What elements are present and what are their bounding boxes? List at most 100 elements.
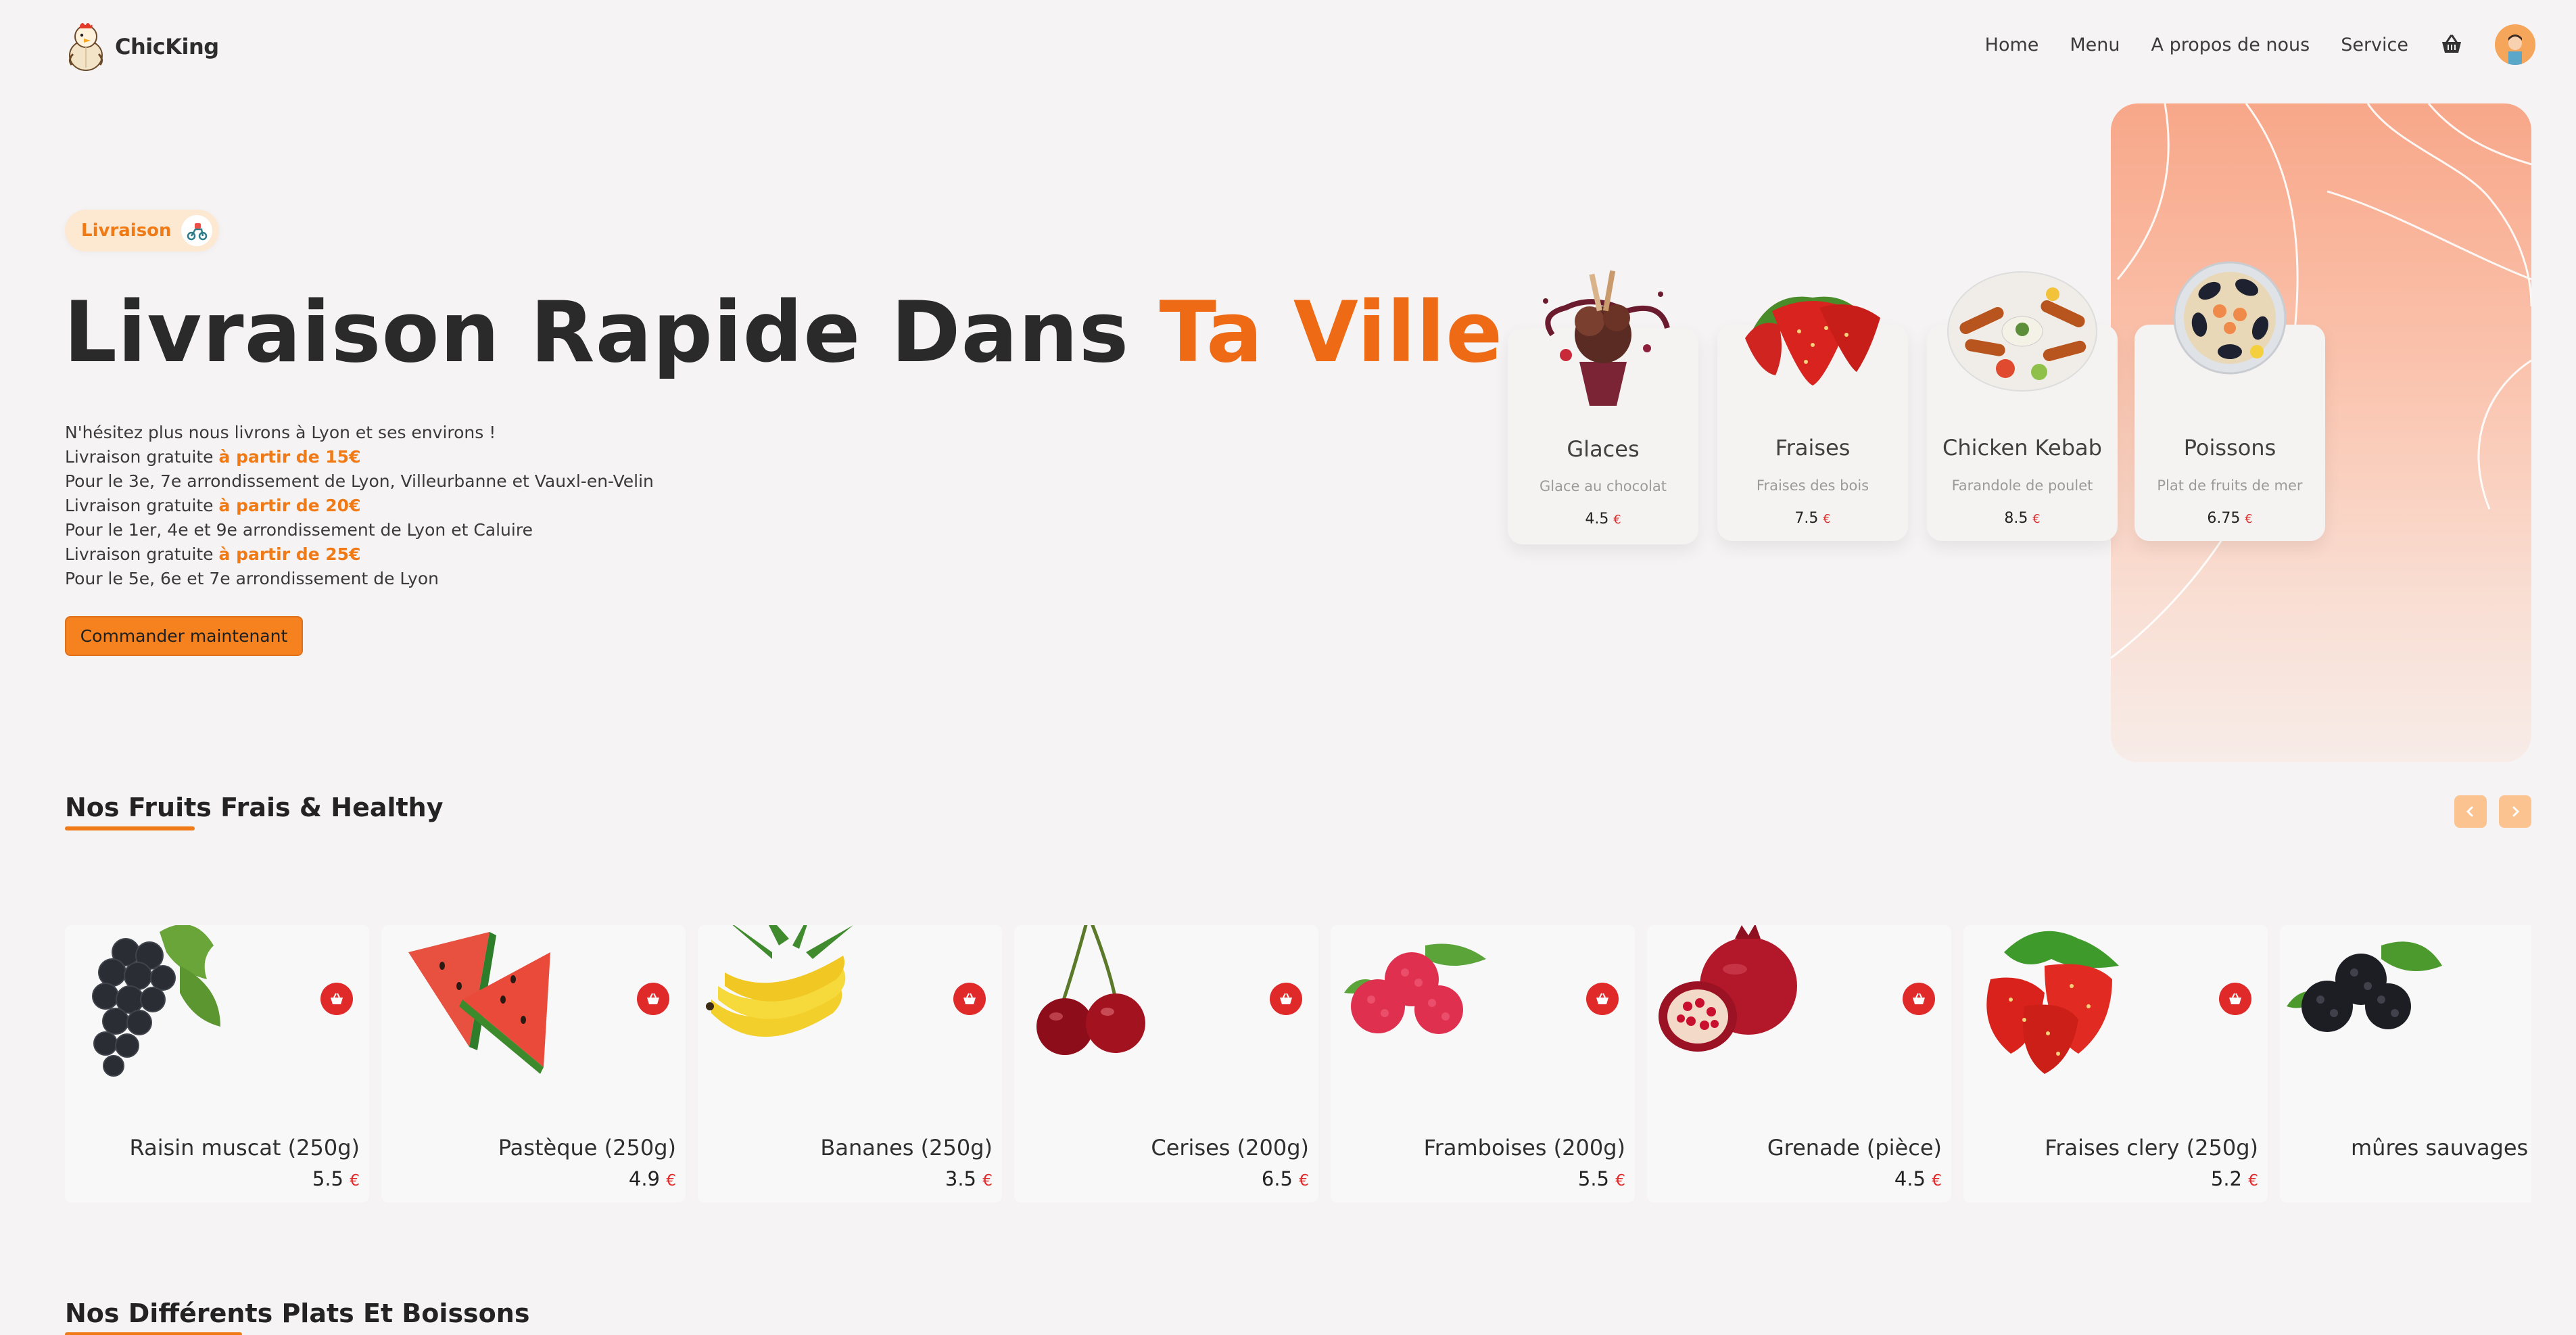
dish-price: 7.5 € <box>1794 510 1831 527</box>
basket-icon <box>331 993 343 1004</box>
fruit-name: Grenade (pièce) <box>1767 1135 1942 1161</box>
dish-price: 6.75 € <box>2207 510 2253 527</box>
scooter-icon <box>181 215 212 246</box>
delivery-line: Livraison gratuite à partir de 25€ <box>65 544 361 564</box>
fruit-card[interactable]: Raisin muscat (250g) 5.5 € <box>65 925 369 1202</box>
basket-icon <box>1280 993 1292 1004</box>
delivery-line: Livraison gratuite à partir de 15€ <box>65 447 361 467</box>
order-now-button[interactable]: Commander maintenant <box>65 616 303 656</box>
dish-card[interactable]: Fraises Fraises des bois 7.5 € <box>1717 296 1908 541</box>
add-to-cart-button[interactable] <box>320 983 353 1015</box>
fruit-card[interactable]: Bananes (250g) 3.5 € <box>698 925 1002 1202</box>
add-to-cart-button[interactable] <box>1586 983 1619 1015</box>
dish-name: Glaces <box>1567 436 1640 462</box>
dish-name: Poissons <box>2183 435 2276 461</box>
nav-menu[interactable]: Menu <box>2070 34 2120 55</box>
dish-description: Fraises des bois <box>1756 477 1869 494</box>
logo[interactable]: ChicKing <box>65 20 219 73</box>
title-underline <box>65 1332 242 1335</box>
hero-title: Livraison Rapide Dans Ta Ville <box>64 284 1503 381</box>
carousel-prev-button[interactable] <box>2454 795 2487 828</box>
fruit-name: mûres sauvages (2 <box>2351 1135 2531 1161</box>
avatar-icon <box>2495 24 2535 65</box>
delivery-line: N'hésitez plus nous livrons à Lyon et se… <box>65 423 496 442</box>
fruit-name: Framboises (200g) <box>1423 1135 1625 1161</box>
nav-home[interactable]: Home <box>1985 34 2039 55</box>
header: ChicKing Home Menu A propos de nous Serv… <box>0 0 2576 95</box>
carousel-next-button[interactable] <box>2499 795 2531 828</box>
fruit-card[interactable]: mûres sauvages (2 <box>2280 925 2531 1202</box>
dish-price: 8.5 € <box>2004 510 2041 527</box>
strawberry-icon <box>1986 931 2119 1074</box>
fruit-price: 4.5 € <box>1894 1167 1942 1190</box>
grape-icon <box>92 925 220 1077</box>
title-underline <box>65 826 195 830</box>
add-to-cart-button[interactable] <box>1903 983 1935 1015</box>
chevron-left-icon <box>2466 806 2473 817</box>
add-to-cart-button[interactable] <box>637 983 669 1015</box>
dish-price: 4.5 € <box>1585 511 1621 528</box>
delivery-line: Pour le 3e, 7e arrondissement de Lyon, V… <box>65 471 654 491</box>
basket-icon <box>1596 993 1608 1004</box>
cherry-icon <box>1036 925 1145 1055</box>
chicken-logo-icon <box>68 23 103 71</box>
fruit-price: 4.9 € <box>628 1167 676 1190</box>
add-to-cart-button[interactable] <box>1270 983 1302 1015</box>
hero-title-main: Livraison Rapide Dans <box>64 284 1160 381</box>
user-avatar[interactable] <box>2495 24 2535 65</box>
fruits-carousel[interactable]: Raisin muscat (250g) 5.5 € Pastèque (250… <box>65 925 2531 1202</box>
brand-name: ChicKing <box>115 34 219 60</box>
dish-card[interactable]: Chicken Kebab Farandole de poulet 8.5 € <box>1927 271 2118 541</box>
fruit-name: Pastèque (250g) <box>498 1135 676 1161</box>
pomegranate-icon <box>1659 925 1797 1052</box>
add-to-cart-button[interactable] <box>2219 983 2251 1015</box>
fruit-name: Bananes (250g) <box>820 1135 993 1161</box>
dishes-section-title: Nos Différents Plats Et Boissons <box>65 1298 529 1335</box>
fruits-section-title: Nos Fruits Frais & Healthy <box>65 793 444 830</box>
seafood-plate-icon <box>2173 261 2287 375</box>
nav-service[interactable]: Service <box>2341 34 2408 55</box>
dish-card[interactable]: Glaces Glace au chocolat 4.5 € <box>1508 270 1698 544</box>
basket-icon <box>2229 993 2241 1004</box>
dish-name: Chicken Kebab <box>1942 435 2102 461</box>
fruit-name: Raisin muscat (250g) <box>129 1135 360 1161</box>
fruit-price: 6.5 € <box>1261 1167 1309 1190</box>
fruit-price: 5.5 € <box>1577 1167 1625 1190</box>
basket-icon <box>1913 993 1925 1004</box>
fruit-card[interactable]: Cerises (200g) 6.5 € <box>1014 925 1318 1202</box>
dish-description: Plat de fruits de mer <box>2157 477 2303 494</box>
fruit-card[interactable]: Pastèque (250g) 4.9 € <box>381 925 686 1202</box>
delivery-line: Livraison gratuite à partir de 20€ <box>65 496 361 515</box>
delivery-line: Pour le 1er, 4e et 9e arrondissement de … <box>65 520 533 540</box>
fruit-price: 3.5 € <box>945 1167 993 1190</box>
dish-name: Fraises <box>1775 435 1851 461</box>
dish-card[interactable]: Poissons Plat de fruits de mer 6.75 € <box>2134 261 2325 541</box>
dish-description: Farandole de poulet <box>1951 477 2093 494</box>
fruit-price: 5.2 € <box>2210 1167 2258 1190</box>
add-to-cart-button[interactable] <box>953 983 986 1015</box>
delivery-info: N'hésitez plus nous livrons à Lyon et se… <box>65 421 654 591</box>
fruit-card[interactable]: Framboises (200g) 5.5 € <box>1331 925 1635 1202</box>
ice-cream-icon <box>1543 270 1670 406</box>
hero-title-accent: Ta Ville <box>1159 284 1504 381</box>
blackberry-icon <box>2287 941 2442 1032</box>
nav-about[interactable]: A propos de nous <box>2151 34 2310 55</box>
fruit-price: 5.5 € <box>312 1167 360 1190</box>
watermelon-icon <box>408 932 550 1074</box>
chevron-right-icon <box>2512 806 2520 817</box>
fruit-card[interactable]: Grenade (pièce) 4.5 € <box>1647 925 1951 1202</box>
strawberry-icon <box>1745 296 1880 385</box>
basket-icon[interactable] <box>2439 32 2464 57</box>
dish-description: Glace au chocolat <box>1539 478 1667 494</box>
fruit-name: Fraises clery (250g) <box>2045 1135 2258 1161</box>
kebab-plate-icon <box>1947 271 2097 392</box>
basket-icon <box>647 993 659 1004</box>
raspberry-icon <box>1344 943 1486 1034</box>
main-nav: Home Menu A propos de nous Service <box>1985 24 2535 65</box>
fruit-card[interactable]: Fraises clery (250g) 5.2 € <box>1963 925 2268 1202</box>
fruit-name: Cerises (200g) <box>1151 1135 1309 1161</box>
delivery-badge: Livraison <box>65 210 219 252</box>
delivery-line: Pour le 5e, 6e et 7e arrondissement de L… <box>65 569 439 588</box>
delivery-badge-label: Livraison <box>81 220 172 241</box>
basket-icon <box>963 993 976 1004</box>
